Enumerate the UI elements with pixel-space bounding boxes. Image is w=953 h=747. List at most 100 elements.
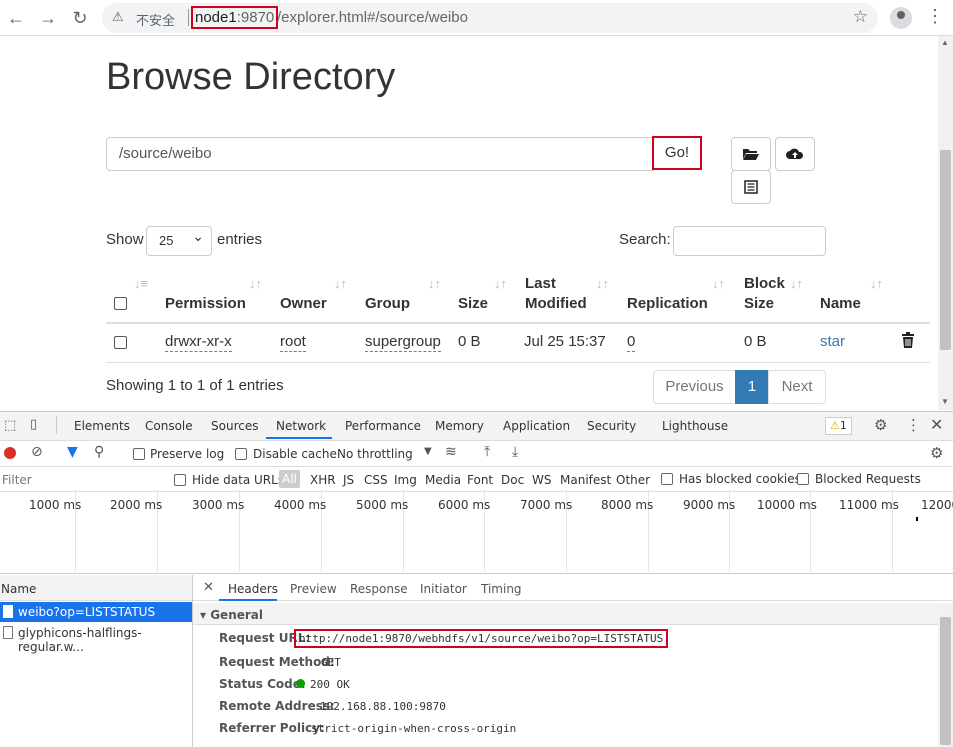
scroll-down-icon[interactable]: ▼ <box>941 397 949 406</box>
column-last[interactable]: Last <box>525 274 556 294</box>
warning-badge[interactable]: ⚠1 <box>825 417 852 435</box>
next-button[interactable]: Next <box>768 370 826 404</box>
reload-icon[interactable]: ↻ <box>68 6 92 30</box>
cell-name-link[interactable]: star <box>820 333 845 351</box>
profile-avatar-icon[interactable] <box>890 7 912 29</box>
disable-cache-checkbox[interactable] <box>235 448 247 460</box>
sort-icon[interactable]: ↓↑ <box>249 276 262 291</box>
name-column-header[interactable]: Name <box>1 582 36 596</box>
tab-application[interactable]: Application <box>503 419 570 433</box>
type-manifest[interactable]: Manifest <box>560 473 611 487</box>
hide-data-urls-checkbox[interactable] <box>174 474 186 486</box>
tab-sources[interactable]: Sources <box>211 419 258 433</box>
column-block[interactable]: Block <box>744 274 785 294</box>
scroll-up-icon[interactable]: ▲ <box>941 38 949 47</box>
record-icon[interactable] <box>4 447 16 459</box>
tab-memory[interactable]: Memory <box>435 419 484 433</box>
type-ws[interactable]: WS <box>532 473 551 487</box>
type-font[interactable]: Font <box>467 473 493 487</box>
sort-icon[interactable]: ↓↑ <box>596 276 609 291</box>
go-button[interactable]: Go! <box>652 136 702 170</box>
preserve-log-checkbox[interactable] <box>133 448 145 460</box>
chevron-down-icon[interactable]: ▼ <box>424 446 432 457</box>
select-all-checkbox[interactable] <box>114 297 127 310</box>
column-group[interactable]: Group <box>365 294 410 314</box>
row-checkbox[interactable] <box>114 336 127 349</box>
tab-elements[interactable]: Elements <box>74 419 130 433</box>
type-media[interactable]: Media <box>425 473 461 487</box>
sort-icon[interactable]: ↓↑ <box>712 276 725 291</box>
request-row-selected[interactable]: weibo?op=LISTSTATUS <box>0 602 192 622</box>
general-section-header[interactable] <box>193 603 938 625</box>
type-css[interactable]: CSS <box>364 473 388 487</box>
search-icon[interactable]: ⚲ <box>94 444 104 460</box>
back-icon[interactable]: ← <box>4 6 28 30</box>
tab-headers[interactable]: Headers <box>228 582 278 596</box>
settings-gear-icon[interactable]: ⚙ <box>874 416 887 434</box>
filter-funnel-icon[interactable]: ▼ <box>67 444 78 460</box>
type-all[interactable]: All <box>279 470 300 488</box>
trash-icon[interactable] <box>901 332 915 353</box>
close-devtools-icon[interactable]: ✕ <box>930 415 943 434</box>
export-har-icon[interactable]: ⤓ <box>512 444 518 460</box>
type-other[interactable]: Other <box>616 473 650 487</box>
path-input[interactable]: /source/weibo <box>106 137 654 171</box>
blocked-requests-checkbox[interactable] <box>797 473 809 485</box>
column-block-size[interactable]: Size <box>744 294 774 314</box>
has-blocked-cookies-checkbox[interactable] <box>661 473 673 485</box>
sort-icon[interactable]: ↓↑ <box>334 276 347 291</box>
sort-icon[interactable]: ↓↑ <box>428 276 441 291</box>
tab-timing[interactable]: Timing <box>481 582 522 596</box>
sort-icon[interactable]: ↓↑ <box>790 276 803 291</box>
device-toolbar-icon[interactable]: ▯ <box>30 417 37 432</box>
close-details-icon[interactable]: ✕ <box>203 580 214 595</box>
page-scrollbar-thumb[interactable] <box>940 150 951 350</box>
tab-performance[interactable]: Performance <box>345 419 421 433</box>
type-xhr[interactable]: XHR <box>310 473 336 487</box>
tab-initiator[interactable]: Initiator <box>420 582 467 596</box>
type-js[interactable]: JS <box>343 473 354 487</box>
column-owner[interactable]: Owner <box>280 294 327 314</box>
request-row[interactable]: glyphicons-halflings-regular.w... <box>0 623 192 654</box>
throttling-select[interactable]: No throttling <box>337 447 413 461</box>
tab-response[interactable]: Response <box>350 582 408 596</box>
address-bar[interactable]: ⚠ 不安全 node1:9870 /explorer.html#/source/… <box>102 3 878 33</box>
upload-cloud-icon[interactable] <box>775 137 815 171</box>
browser-menu-icon[interactable]: ⋮ <box>926 6 944 27</box>
previous-button[interactable]: Previous <box>653 370 736 404</box>
tab-network[interactable]: Network <box>276 419 326 433</box>
clear-icon[interactable]: ⊘ <box>31 444 43 460</box>
forward-icon[interactable]: → <box>36 6 60 30</box>
tab-lighthouse[interactable]: Lighthouse <box>662 419 728 433</box>
column-permission[interactable]: Permission <box>165 294 246 314</box>
filter-input[interactable]: Filter <box>2 473 162 489</box>
search-input[interactable] <box>673 226 826 256</box>
cell-permission[interactable]: drwxr-xr-x <box>165 333 232 352</box>
column-replication[interactable]: Replication <box>627 294 708 314</box>
column-size[interactable]: Size <box>458 294 488 314</box>
sort-asc-icon[interactable]: ↓≡ <box>134 276 148 291</box>
network-settings-gear-icon[interactable]: ⚙ <box>930 444 943 462</box>
sort-icon[interactable]: ↓↑ <box>870 276 883 291</box>
cell-owner[interactable]: root <box>280 333 306 352</box>
bookmark-star-icon[interactable]: ☆ <box>853 7 868 27</box>
inspect-element-icon[interactable]: ⬚ <box>4 418 16 433</box>
list-icon[interactable] <box>731 170 771 204</box>
cell-replication[interactable]: 0 <box>627 333 636 352</box>
sort-icon[interactable]: ↓↑ <box>494 276 507 291</box>
tab-preview[interactable]: Preview <box>290 582 337 596</box>
tab-security[interactable]: Security <box>587 419 636 433</box>
page-1-button[interactable]: 1 <box>735 370 769 404</box>
type-doc[interactable]: Doc <box>501 473 524 487</box>
folder-open-icon[interactable] <box>731 137 771 171</box>
type-img[interactable]: Img <box>394 473 417 487</box>
devtools-menu-icon[interactable]: ⋮ <box>906 416 921 434</box>
network-conditions-icon[interactable]: ≋ <box>445 444 457 460</box>
column-name[interactable]: Name <box>820 294 861 314</box>
import-har-icon[interactable]: ⤒ <box>484 444 490 460</box>
page-size-select[interactable]: 25 <box>146 226 212 256</box>
tab-console[interactable]: Console <box>145 419 193 433</box>
column-modified[interactable]: Modified <box>525 294 587 314</box>
cell-group[interactable]: supergroup <box>365 333 441 352</box>
details-scrollbar-thumb[interactable] <box>940 617 951 745</box>
